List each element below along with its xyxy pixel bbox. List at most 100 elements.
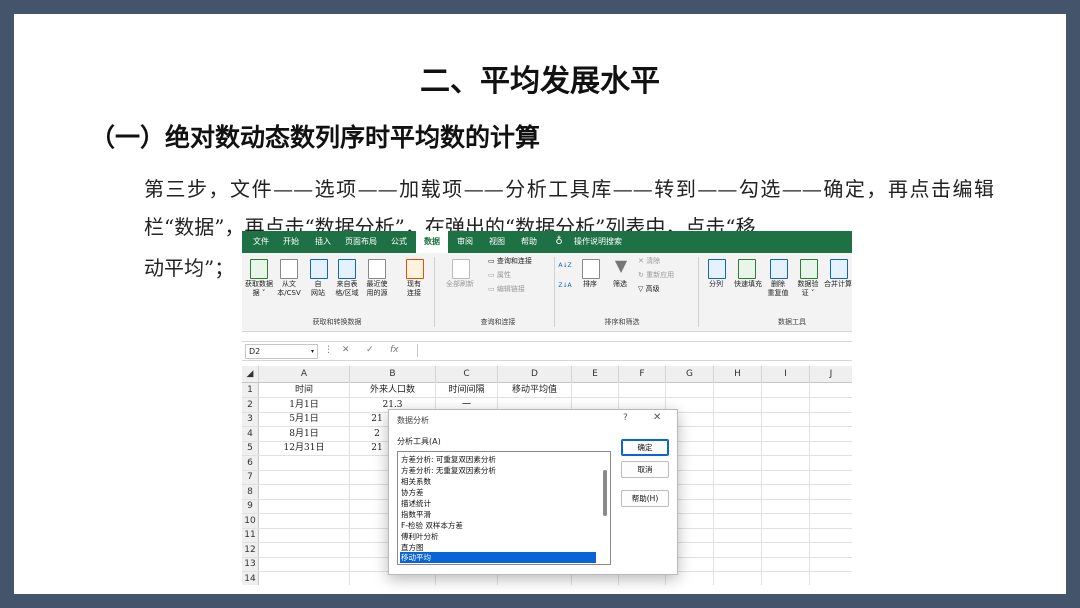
remove-duplicates-button[interactable]: 删除 重复值 [764,280,792,298]
row-header-4[interactable]: 4 [242,426,259,442]
tab-page-layout[interactable]: 页面布局 [340,231,382,253]
list-item[interactable]: 相关系数 [400,476,596,487]
row-header-12[interactable]: 12 [242,542,259,558]
recent-sources-button[interactable]: 最近使 用的源 [362,280,392,298]
instruction-paragraph-tail: 动平均”； [144,256,235,280]
tab-data[interactable]: 数据 [416,231,448,253]
insert-function-icon[interactable]: fx [390,344,399,357]
from-text-button[interactable]: 从文 本/CSV [274,280,304,298]
chevron-down-icon: ▾ [310,348,314,355]
advanced-filter-button[interactable]: ▽ 高级 [638,285,688,294]
cell-d1[interactable]: 移动平均值 [498,383,571,397]
scrollbar-thumb[interactable] [603,470,607,516]
tell-me-search[interactable]: 操作说明搜索 [568,231,628,253]
column-header-h[interactable]: H [714,366,762,383]
enter-formula-icon[interactable]: ✓ [366,344,374,357]
help-icon[interactable]: ? [623,413,628,423]
row-header-2[interactable]: 2 [242,397,259,413]
cell-a5[interactable]: 12月31日 [259,441,349,455]
column-header-i[interactable]: I [762,366,810,383]
list-item[interactable]: 方差分析: 无重复双因素分析 [400,465,596,476]
from-table-button[interactable]: 来自表 格/区域 [332,280,362,298]
data-validation-button[interactable]: 数据验证 ˅ [794,280,822,298]
row-header-9[interactable]: 9 [242,499,259,514]
consolidate-button[interactable]: 合并计算 [822,280,852,289]
row-header-5[interactable]: 5 [242,441,259,456]
close-icon[interactable]: ✕ [653,412,661,423]
consolidate-icon [830,259,848,279]
cell-a2[interactable]: 1月1日 [259,398,349,412]
existing-connections-button[interactable]: 现有 连接 [400,280,428,298]
refresh-all-button[interactable]: 全部刷新 [438,280,482,289]
flash-fill-button[interactable]: 快速填充 [730,280,766,289]
row-header-8[interactable]: 8 [242,484,259,500]
formula-bar: D2 ▾ ⋮ ✕ ✓ fx [242,341,852,361]
row-header-10[interactable]: 10 [242,513,259,529]
tab-formulas[interactable]: 公式 [384,231,414,253]
column-header-g[interactable]: G [666,366,714,383]
cell-a1[interactable]: 时间 [259,383,349,397]
list-item-selected[interactable]: 移动平均 [400,552,596,563]
list-item[interactable]: F-检验 双样本方差 [400,520,596,531]
cell-a3[interactable]: 5月1日 [259,412,349,426]
help-button[interactable]: 帮助(H) [621,490,669,507]
list-item[interactable]: 描述统计 [400,498,596,509]
from-web-button[interactable]: 自网站 [304,280,332,298]
slide-subtitle: （一）绝对数动态数列序时平均数的计算 [90,123,541,152]
tab-help[interactable]: 帮助 [514,231,544,253]
row-header-13[interactable]: 13 [242,557,259,572]
flash-fill-icon [738,259,756,279]
data-analysis-dialog: 数据分析 ? ✕ 分析工具(A) 方差分析: 可重复双因素分析 方差分析: 无重… [388,409,678,575]
tab-view[interactable]: 视图 [482,231,512,253]
row-header-1[interactable]: 1 [242,383,259,398]
column-header-d[interactable]: D [498,366,572,383]
tab-home[interactable]: 开始 [276,231,306,253]
tab-review[interactable]: 审阅 [450,231,480,253]
list-item[interactable]: 傅利叶分析 [400,531,596,542]
sort-za-button[interactable]: Z↓A [558,281,572,290]
cell-a4[interactable]: 8月1日 [259,427,349,441]
slide-title: 二、平均发展水平 [420,64,660,99]
group-sort-filter: 排序和筛选 [604,318,640,326]
cell-b1[interactable]: 外来人口数 [350,383,435,397]
analysis-tools-list[interactable]: 方差分析: 可重复双因素分析 方差分析: 无重复双因素分析 相关系数 协方差 描… [397,451,611,565]
reapply-button[interactable]: ↻ 重新应用 [638,271,694,280]
ribbon: 获取数据据 ˅ 从文 本/CSV 自网站 来自表 格/区域 最近使 用的源 现有 连接 … [242,253,852,332]
list-item[interactable]: 方差分析: 可重复双因素分析 [400,454,596,465]
column-header-f[interactable]: F [619,366,666,383]
column-header-e[interactable]: E [572,366,619,383]
analysis-tools-label: 分析工具(A) [397,437,441,446]
cancel-formula-icon[interactable]: ✕ [342,344,350,357]
row-header-3[interactable]: 3 [242,412,259,427]
row-header-6[interactable]: 6 [242,455,259,471]
web-icon [310,259,328,279]
sort-button[interactable]: 排序 [576,280,604,289]
text-to-columns-button[interactable]: 分列 [702,280,730,289]
row-header-11[interactable]: 11 [242,528,259,543]
tab-file[interactable]: 文件 [248,231,274,253]
select-all-corner[interactable]: ◢ [242,366,259,383]
clear-button[interactable]: ✕ 清除 [638,257,688,266]
properties-button[interactable]: ▭ 属性 [488,271,548,280]
more-icon: ⋮ [324,345,333,355]
column-header-b[interactable]: B [350,366,436,383]
list-item[interactable]: 协方差 [400,487,596,498]
list-item[interactable]: 指数平滑 [400,509,596,520]
queries-connections-button[interactable]: ▭ 查询和连接 [488,257,548,266]
filter-button[interactable]: 筛选 [606,280,634,289]
get-data-button[interactable]: 获取数据据 ˅ [244,280,274,298]
cell-c1[interactable]: 时间间隔 [436,383,497,397]
sort-az-button[interactable]: A↓Z [558,261,572,270]
name-box[interactable]: D2 ▾ [245,344,318,359]
ok-button[interactable]: 确定 [621,439,669,456]
list-scrollbar[interactable] [601,454,609,560]
formula-input[interactable] [417,344,848,357]
column-header-j[interactable]: J [810,366,852,383]
cancel-button[interactable]: 取消 [621,461,669,478]
row-header-14[interactable]: 14 [242,571,259,585]
tab-insert[interactable]: 插入 [308,231,338,253]
column-header-c[interactable]: C [436,366,498,383]
edit-links-button[interactable]: ▭ 编辑链接 [488,285,548,294]
row-header-7[interactable]: 7 [242,470,259,485]
column-header-a[interactable]: A [259,366,350,383]
